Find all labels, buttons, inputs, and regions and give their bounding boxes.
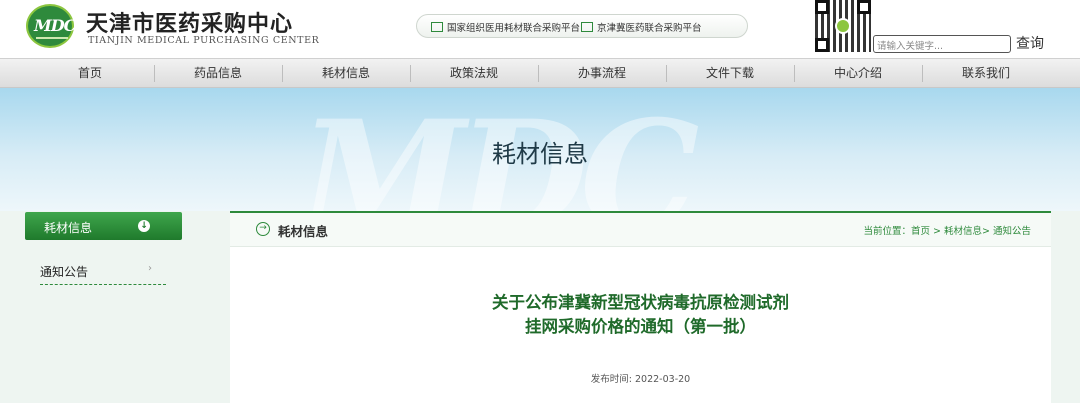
platform-links: 国家组织医用耗材联合采购平台 京津冀医药联合采购平台	[416, 14, 748, 38]
nav-item-downloads[interactable]: 文件下载	[666, 59, 794, 88]
main-nav: 首页 药品信息 耗材信息 政策法规 办事流程 文件下载 中心介绍 联系我们	[0, 58, 1080, 88]
site-logo[interactable]: MDC	[26, 4, 76, 48]
platform-link-jingjinji[interactable]: 京津冀医药联合采购平台	[581, 20, 702, 34]
window-icon	[581, 22, 593, 32]
site-name: 天津市医药采购中心	[86, 11, 294, 37]
qr-corner	[815, 38, 829, 52]
sidebar-header[interactable]: 耗材信息 ↓	[25, 212, 182, 240]
nav-item-consumables[interactable]: 耗材信息	[282, 59, 410, 88]
section-title: 耗材信息	[278, 224, 329, 239]
nav-item-policy[interactable]: 政策法规	[410, 59, 538, 88]
search-input[interactable]: 请输入关键字...	[873, 35, 1011, 53]
nav-item-home[interactable]: 首页	[26, 59, 154, 88]
site-name-en: TIANJIN MEDICAL PURCHASING CENTER	[88, 35, 320, 46]
platform-link-label: 国家组织医用耗材联合采购平台	[447, 23, 581, 34]
sidebar-item-notices[interactable]: 通知公告 ›	[40, 263, 166, 285]
nav-item-process[interactable]: 办事流程	[538, 59, 666, 88]
qr-logo-icon	[835, 18, 851, 34]
qr-corner	[815, 0, 829, 14]
nav-item-contact[interactable]: 联系我们	[922, 59, 1050, 88]
window-icon	[431, 22, 443, 32]
qr-corner	[857, 0, 871, 14]
banner-title: 耗材信息	[492, 140, 588, 168]
arrow-right-circle-icon: →	[256, 222, 270, 236]
main-content: → 耗材信息 当前位置：首页 > 耗材信息> 通知公告 关于公布津冀新型冠状病毒…	[230, 211, 1051, 403]
search-button[interactable]: 查询	[1016, 33, 1044, 53]
sidebar-item-label: 通知公告	[40, 265, 89, 279]
logo-text: MDC	[34, 16, 76, 35]
section-bar: → 耗材信息 当前位置：首页 > 耗材信息> 通知公告	[230, 213, 1051, 247]
publish-date: 发布时间: 2022-03-20	[590, 374, 691, 385]
article-title: 关于公布津冀新型冠状病毒抗原检测试剂 挂网采购价格的通知（第一批）	[230, 291, 1051, 339]
article-title-line: 挂网采购价格的通知（第一批）	[525, 317, 756, 336]
logo-underline	[36, 37, 68, 39]
chevron-right-icon: ›	[148, 263, 152, 274]
page-body: 耗材信息 ↓ 通知公告 › → 耗材信息 当前位置：首页 > 耗材信息> 通知公…	[0, 211, 1080, 403]
nav-item-about[interactable]: 中心介绍	[794, 59, 922, 88]
breadcrumb[interactable]: 当前位置：首页 > 耗材信息> 通知公告	[864, 223, 1031, 237]
page-banner: MDC 耗材信息	[0, 88, 1080, 211]
nav-item-drugs[interactable]: 药品信息	[154, 59, 282, 88]
article-title-line: 关于公布津冀新型冠状病毒抗原检测试剂	[492, 293, 789, 312]
platform-link-label: 京津冀医药联合采购平台	[597, 23, 702, 34]
platform-link-national[interactable]: 国家组织医用耗材联合采购平台	[431, 20, 580, 34]
sidebar-header-label: 耗材信息	[44, 221, 93, 235]
arrow-down-circle-icon: ↓	[138, 220, 150, 232]
site-header: MDC 天津市医药采购中心 TIANJIN MEDICAL PURCHASING…	[0, 0, 1080, 58]
